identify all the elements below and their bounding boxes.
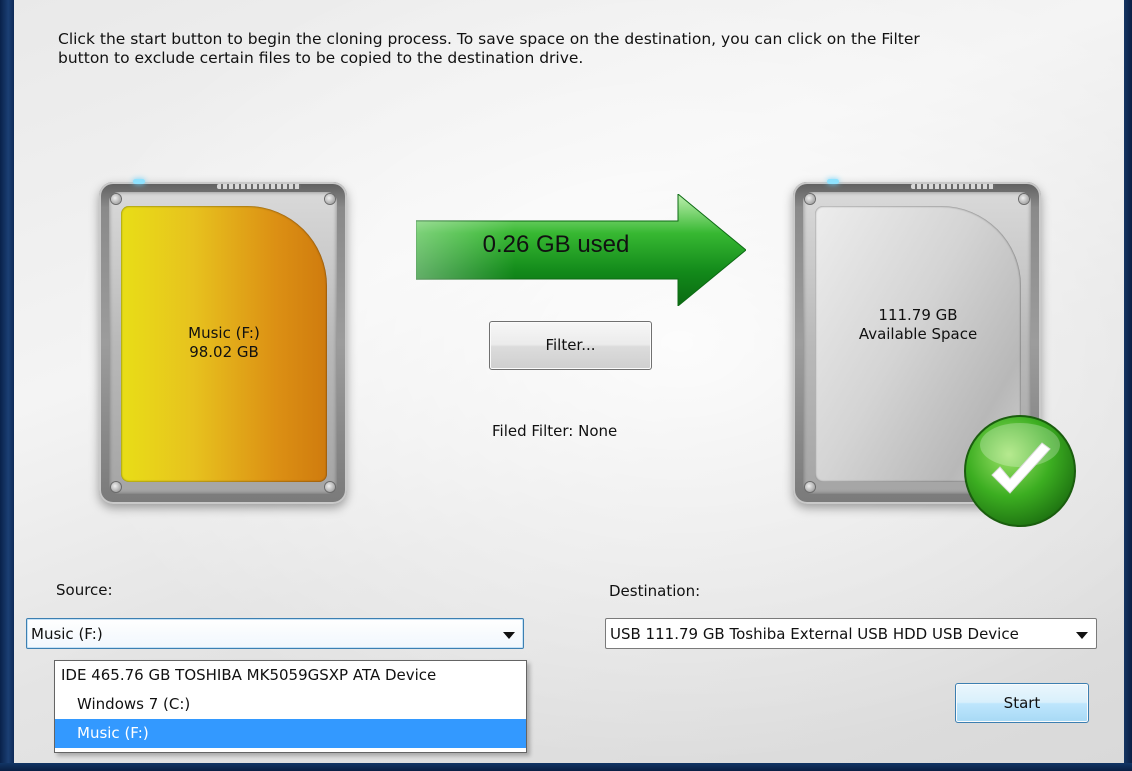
instructions-text: Click the start button to begin the clon… xyxy=(58,30,920,67)
source-label: Source: xyxy=(56,581,113,599)
used-space-label: 0.26 GB used xyxy=(482,231,630,258)
source-selected-value: Music (F:) xyxy=(31,625,103,643)
source-dropdown-list: IDE 465.76 GB TOSHIBA MK5059GSXP ATA Dev… xyxy=(54,660,527,753)
dropdown-option-device[interactable]: IDE 465.76 GB TOSHIBA MK5059GSXP ATA Dev… xyxy=(55,661,526,690)
dropdown-option-windows[interactable]: Windows 7 (C:) xyxy=(55,690,526,719)
window-frame-right xyxy=(1124,0,1132,771)
destination-label: Destination: xyxy=(609,582,701,600)
source-drive-name: Music (F:) xyxy=(188,324,260,342)
source-drive-icon: Music (F:) 98.02 GB xyxy=(99,179,347,504)
chevron-down-icon[interactable] xyxy=(1076,632,1088,639)
destination-space-label: Available Space xyxy=(858,325,978,343)
drive-led xyxy=(827,179,839,184)
clone-panel: Click the start button to begin the clon… xyxy=(14,0,1124,763)
source-drive-size: 98.02 GB xyxy=(189,343,259,361)
drive-vent xyxy=(217,184,301,189)
checkmark-icon xyxy=(964,415,1076,527)
window-frame-left xyxy=(0,0,14,771)
destination-selected-value: USB 111.79 GB Toshiba External USB HDD U… xyxy=(610,625,1019,643)
filter-status: Filed Filter: None xyxy=(492,422,618,440)
source-select[interactable]: Music (F:) xyxy=(26,618,524,649)
dropdown-option-music[interactable]: Music (F:) xyxy=(55,719,526,748)
destination-space: 111.79 GB xyxy=(878,306,958,324)
window-frame-bottom xyxy=(0,763,1132,771)
drive-led xyxy=(133,179,145,184)
destination-select[interactable]: USB 111.79 GB Toshiba External USB HDD U… xyxy=(605,618,1097,649)
drive-vent xyxy=(911,184,995,189)
start-button[interactable]: Start xyxy=(955,683,1089,723)
filter-button[interactable]: Filter... xyxy=(489,321,652,370)
chevron-down-icon[interactable] xyxy=(503,632,515,639)
